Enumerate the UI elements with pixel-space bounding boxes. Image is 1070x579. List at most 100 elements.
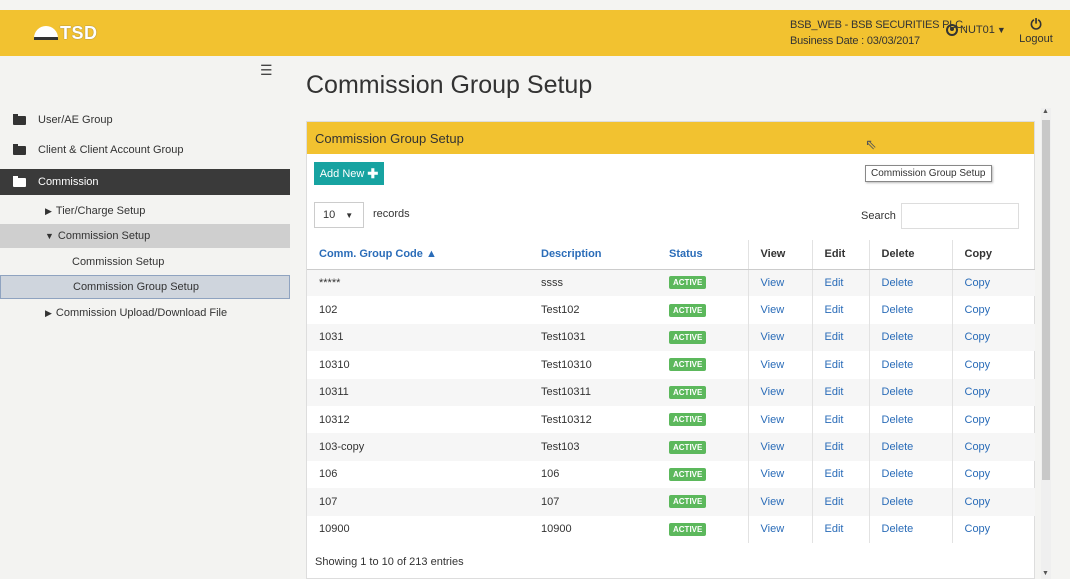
copy-link[interactable]: Copy — [951, 378, 1035, 406]
add-new-label: Add New — [319, 167, 365, 180]
edit-link[interactable]: Edit — [811, 433, 869, 461]
sidebar-item-commission[interactable]: Commission — [0, 169, 290, 195]
business-date: Business Date : 03/03/2017 — [790, 35, 920, 47]
delete-link[interactable]: Delete — [868, 433, 952, 461]
view-link[interactable]: View — [747, 296, 812, 324]
column-header-code[interactable]: Comm. Group Code ▲ — [307, 240, 529, 270]
logo-mark-icon — [34, 26, 58, 40]
delete-link[interactable]: Delete — [868, 378, 952, 406]
cell-status: ACTIVE — [657, 488, 748, 516]
view-link[interactable]: View — [747, 433, 812, 461]
commission-group-table: Comm. Group Code ▲ Description Status Vi… — [307, 240, 1035, 543]
caret-right-icon: ▶ — [45, 307, 52, 318]
table-header-row: Comm. Group Code ▲ Description Status Vi… — [307, 240, 1035, 270]
cell-status: ACTIVE — [657, 461, 748, 488]
delete-link[interactable]: Delete — [868, 405, 952, 434]
delete-link[interactable]: Delete — [868, 351, 952, 379]
delete-link[interactable]: Delete — [868, 323, 952, 352]
cell-code: 106 — [319, 468, 338, 481]
folder-icon — [13, 113, 26, 125]
table-footer-info: Showing 1 to 10 of 213 entries — [315, 556, 464, 568]
table-row: ***** ssss ACTIVE View Edit Delete Copy — [307, 269, 1035, 297]
delete-link[interactable]: Delete — [868, 515, 952, 543]
edit-link[interactable]: Edit — [811, 405, 869, 434]
cell-code: 10312 — [319, 413, 350, 426]
caret-down-icon: ▼ — [45, 231, 54, 241]
column-header-description[interactable]: Description — [529, 240, 657, 270]
cell-description: 106 — [541, 468, 560, 481]
edit-link[interactable]: Edit — [811, 296, 869, 324]
edit-link[interactable]: Edit — [811, 323, 869, 352]
page-size-select[interactable]: 10 ▼ — [314, 202, 364, 228]
view-link[interactable]: View — [747, 323, 812, 352]
sidebar-subitem-commission-setup[interactable]: ▼ Commission Setup — [0, 224, 290, 248]
status-badge: ACTIVE — [669, 440, 707, 454]
sidebar: ☰ User/AE Group Client & Client Account … — [0, 56, 290, 579]
delete-link[interactable]: Delete — [868, 269, 952, 297]
scroll-thumb[interactable] — [1042, 120, 1050, 480]
sidebar-item-label: User/AE Group — [38, 114, 113, 126]
view-link[interactable]: View — [747, 515, 812, 543]
sidebar-subitem-label: Commission Setup — [57, 230, 151, 242]
page-title: Commission Group Setup — [306, 71, 593, 99]
cell-code: 1031 — [307, 323, 529, 352]
sidebar-item-client-account-group[interactable]: Client & Client Account Group — [0, 137, 290, 163]
sidebar-subsubitem-commission-setup[interactable]: Commission Setup — [0, 250, 290, 274]
sidebar-subitem-tier-charge-setup[interactable]: ▶ Tier/Charge Setup — [0, 199, 290, 223]
view-link[interactable]: View — [747, 269, 812, 297]
table-row: 1031 Test1031 ACTIVE View Edit Delete Copy — [307, 323, 1035, 352]
cell-description: Test103 — [529, 433, 657, 461]
hamburger-menu-icon[interactable]: ☰ — [260, 62, 273, 79]
column-header-copy: Copy — [951, 240, 1035, 270]
power-icon: ⏻ — [1030, 16, 1042, 32]
copy-link[interactable]: Copy — [951, 433, 1035, 461]
cell-description: Test10310 — [541, 358, 592, 371]
scroll-up-icon[interactable]: ▲ — [1042, 108, 1049, 115]
view-link[interactable]: View — [747, 378, 812, 406]
add-new-button[interactable]: Add New ✚ — [314, 162, 384, 185]
page-size-value: 10 — [323, 209, 336, 221]
logo-text: TSD — [60, 22, 98, 43]
column-header-view: View — [747, 240, 812, 270]
column-header-status[interactable]: Status — [657, 240, 748, 270]
edit-link[interactable]: Edit — [811, 460, 869, 489]
edit-link[interactable]: Edit — [811, 378, 869, 406]
page-scrollbar[interactable]: ▲ ▼ — [1041, 108, 1051, 579]
delete-link[interactable]: Delete — [868, 296, 952, 324]
folder-icon — [13, 143, 26, 155]
copy-link[interactable]: Copy — [951, 269, 1035, 297]
tsd-logo[interactable]: TSD — [34, 22, 98, 44]
copy-link[interactable]: Copy — [951, 351, 1035, 379]
view-link[interactable]: View — [747, 351, 812, 379]
view-link[interactable]: View — [747, 460, 812, 489]
copy-link[interactable]: Copy — [951, 488, 1035, 516]
copy-link[interactable]: Copy — [951, 515, 1035, 543]
logout-label: Logout — [1019, 33, 1053, 45]
copy-link[interactable]: Copy — [951, 296, 1035, 324]
copy-link[interactable]: Copy — [951, 460, 1035, 489]
sidebar-item-user-ae-group[interactable]: User/AE Group — [0, 107, 290, 133]
commission-group-panel: Commission Group Setup ⇖ Add New ✚ Commi… — [306, 121, 1035, 579]
edit-link[interactable]: Edit — [811, 269, 869, 297]
sidebar-subitem-commission-upload-download[interactable]: ▶ Commission Upload/Download File — [0, 301, 290, 325]
view-link[interactable]: View — [747, 405, 812, 434]
delete-link[interactable]: Delete — [868, 488, 952, 516]
view-link[interactable]: View — [747, 488, 812, 516]
column-header-delete: Delete — [868, 240, 952, 270]
search-input[interactable] — [901, 203, 1019, 229]
user-menu[interactable]: NUT01 ▼ — [946, 24, 1006, 36]
mouse-pointer-icon: ⇖ — [865, 136, 877, 152]
cell-code: 102 — [319, 304, 338, 317]
sidebar-subsubitem-commission-group-setup[interactable]: Commission Group Setup — [0, 275, 290, 299]
edit-link[interactable]: Edit — [811, 351, 869, 379]
caret-down-icon: ▼ — [345, 210, 354, 220]
scroll-down-icon[interactable]: ▼ — [1042, 570, 1049, 577]
cell-code: ***** — [307, 269, 529, 297]
copy-link[interactable]: Copy — [951, 405, 1035, 434]
copy-link[interactable]: Copy — [951, 323, 1035, 352]
edit-link[interactable]: Edit — [811, 488, 869, 516]
logout-button[interactable]: ⏻ Logout — [1016, 16, 1056, 45]
delete-link[interactable]: Delete — [868, 460, 952, 489]
edit-link[interactable]: Edit — [811, 515, 869, 543]
caret-down-icon: ▼ — [996, 25, 1006, 35]
